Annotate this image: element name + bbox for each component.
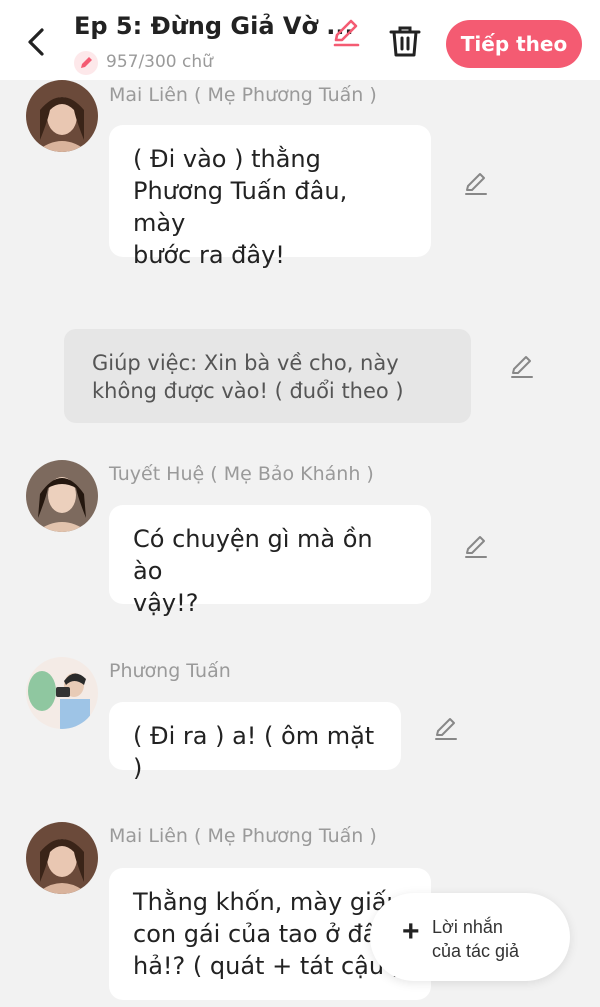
- word-count-text: 957/300 chữ: [106, 52, 213, 72]
- narration-line: không được vào! ( đuổi theo ): [92, 379, 404, 403]
- dialogue-line: hả!? ( quát + tát cậu ): [133, 952, 402, 980]
- episode-title[interactable]: Ep 5: Đừng Giả Vờ ...: [74, 12, 354, 40]
- narration-block[interactable]: Giúp việc: Xin bà về cho, này không được…: [64, 329, 471, 423]
- avatar-mai-lien[interactable]: [26, 822, 98, 894]
- plus-icon: +: [402, 915, 420, 948]
- edit-pencil-icon[interactable]: [509, 353, 535, 379]
- dialogue-bubble[interactable]: ( Đi vào ) thằng Phương Tuấn đâu, mày bư…: [109, 125, 431, 269]
- speaker-name: Phương Tuấn: [109, 660, 231, 682]
- author-note-line2: của tác giả: [432, 941, 520, 961]
- trash-icon[interactable]: [388, 24, 422, 58]
- top-bar: Ep 5: Đừng Giả Vờ ... 957/300 chữ Tiếp t…: [0, 0, 600, 80]
- edit-pencil-icon[interactable]: [463, 170, 489, 196]
- back-arrow-icon[interactable]: [24, 26, 52, 58]
- dialogue-line: ( Đi vào ) thằng: [133, 145, 321, 173]
- speaker-name: Mai Liên ( Mẹ Phương Tuấn ): [109, 84, 377, 106]
- edit-pencil-icon[interactable]: [433, 715, 459, 741]
- dialogue-line: bước ra đây!: [133, 241, 285, 269]
- next-button[interactable]: Tiếp theo: [446, 20, 582, 68]
- dialogue-line: ( Đi ra ) a! ( ôm mặt ): [133, 722, 375, 782]
- narration-line: Giúp việc: Xin bà về cho, này: [92, 351, 399, 375]
- avatar-mai-lien[interactable]: [26, 80, 98, 152]
- avatar-phuong-tuan[interactable]: [26, 657, 98, 729]
- speaker-name: Tuyết Huệ ( Mẹ Bảo Khánh ): [109, 463, 374, 485]
- author-note-button[interactable]: + Lời nhắn của tác giả: [370, 893, 570, 981]
- dialogue-line: vậy!?: [133, 589, 199, 617]
- avatar-tuyet-hue[interactable]: [26, 460, 98, 532]
- edit-pencil-icon[interactable]: [463, 533, 489, 559]
- dialogue-line: Phương Tuấn đâu, mày: [133, 177, 348, 237]
- speaker-name: Mai Liên ( Mẹ Phương Tuấn ): [109, 825, 377, 847]
- edit-title-pencil-icon[interactable]: [330, 16, 362, 48]
- dialogue-bubble[interactable]: Có chuyện gì mà ồn ào vậy!?: [109, 505, 431, 617]
- dialogue-line: con gái của tao ở đâu: [133, 920, 393, 948]
- pencil-badge-icon: [74, 51, 98, 75]
- dialogue-line: Có chuyện gì mà ồn ào: [133, 525, 373, 585]
- author-note-label: Lời nhắn của tác giả: [432, 915, 519, 963]
- dialogue-bubble[interactable]: ( Đi ra ) a! ( ôm mặt ): [109, 702, 401, 782]
- dialogue-line: Thằng khốn, mày giấu: [133, 888, 402, 916]
- author-note-line1: Lời nhắn: [432, 917, 503, 937]
